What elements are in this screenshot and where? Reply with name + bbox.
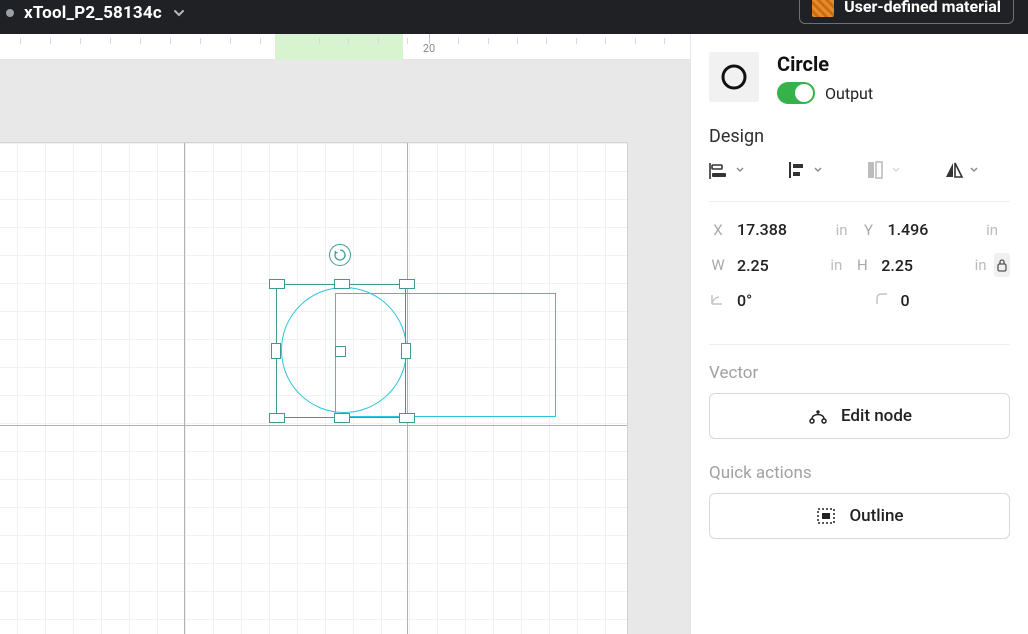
chevron-down-icon xyxy=(969,165,979,175)
corner-radius-input[interactable]: 0 xyxy=(901,291,910,310)
w-label: W xyxy=(709,256,727,274)
edit-node-label: Edit node xyxy=(841,406,912,426)
resize-handle-nw[interactable] xyxy=(269,279,285,289)
ruler-horizontal: 20 xyxy=(0,34,690,60)
guide-vertical xyxy=(184,143,185,634)
resize-handle-sw[interactable] xyxy=(269,413,285,423)
h-input[interactable]: 2.25 xyxy=(881,256,913,275)
chevron-down-icon xyxy=(891,165,901,175)
object-header: Circle Output xyxy=(709,52,1010,104)
unit-label: in xyxy=(836,221,860,239)
file-name: xTool_P2_58134c xyxy=(24,3,162,23)
guide-horizontal xyxy=(0,425,627,426)
object-type-label: Circle xyxy=(777,52,873,76)
material-label: User-defined material xyxy=(844,0,1001,16)
arrange-button xyxy=(865,159,901,181)
topbar: xTool_P2_58134c User-defined material xyxy=(0,0,1028,34)
flip-button[interactable] xyxy=(943,159,979,181)
selection-center[interactable] xyxy=(335,346,346,357)
rotation-input[interactable]: 0° xyxy=(737,291,752,310)
output-label: Output xyxy=(825,84,873,103)
vector-section-title: Vector xyxy=(709,363,1010,383)
edit-node-icon xyxy=(807,406,829,426)
transform-inputs: X 17.388 in Y 1.496 in W 2.25 in H 2.25 … xyxy=(709,220,1010,345)
unsaved-indicator-icon xyxy=(6,9,14,17)
resize-handle-s[interactable] xyxy=(334,413,350,423)
corner-radius-icon xyxy=(873,292,891,310)
y-label: Y xyxy=(860,221,878,239)
properties-panel: Circle Output Design X xyxy=(690,34,1028,634)
resize-handle-se[interactable] xyxy=(399,413,415,423)
x-label: X xyxy=(709,221,727,239)
h-label: H xyxy=(853,256,871,274)
artboard[interactable] xyxy=(0,142,628,634)
resize-handle-e[interactable] xyxy=(401,343,411,359)
chevron-down-icon xyxy=(735,165,745,175)
w-input[interactable]: 2.25 xyxy=(737,256,769,275)
material-swatch-icon xyxy=(812,0,834,17)
resize-handle-n[interactable] xyxy=(334,279,350,289)
edit-node-button[interactable]: Edit node xyxy=(709,393,1010,439)
distribute-button[interactable] xyxy=(709,159,745,181)
outline-label: Outline xyxy=(849,506,903,526)
ruler-selection-highlight xyxy=(275,34,403,60)
lock-icon xyxy=(996,258,1008,272)
material-button[interactable]: User-defined material xyxy=(799,0,1014,24)
output-toggle[interactable] xyxy=(777,82,815,104)
x-input[interactable]: 17.388 xyxy=(737,220,787,239)
chevron-down-icon xyxy=(172,6,186,20)
resize-handle-w[interactable] xyxy=(271,343,281,359)
canvas-viewport[interactable] xyxy=(0,60,690,634)
alignment-tools xyxy=(709,159,1010,202)
outline-button[interactable]: Outline xyxy=(709,493,1010,539)
resize-handle-ne[interactable] xyxy=(399,279,415,289)
rotation-icon xyxy=(709,292,727,310)
file-picker[interactable]: xTool_P2_58134c xyxy=(4,3,186,23)
rotation-handle-icon[interactable] xyxy=(329,244,351,266)
lock-aspect-toggle[interactable] xyxy=(994,253,1010,277)
object-type-icon xyxy=(709,52,759,102)
y-input[interactable]: 1.496 xyxy=(888,220,929,239)
outline-icon xyxy=(815,506,837,526)
quick-actions-title: Quick actions xyxy=(709,463,1010,483)
unit-label: in xyxy=(830,256,853,274)
unit-label: in xyxy=(986,221,1010,239)
align-button[interactable] xyxy=(787,159,823,181)
chevron-down-icon xyxy=(813,165,823,175)
design-section-title: Design xyxy=(709,126,1010,147)
